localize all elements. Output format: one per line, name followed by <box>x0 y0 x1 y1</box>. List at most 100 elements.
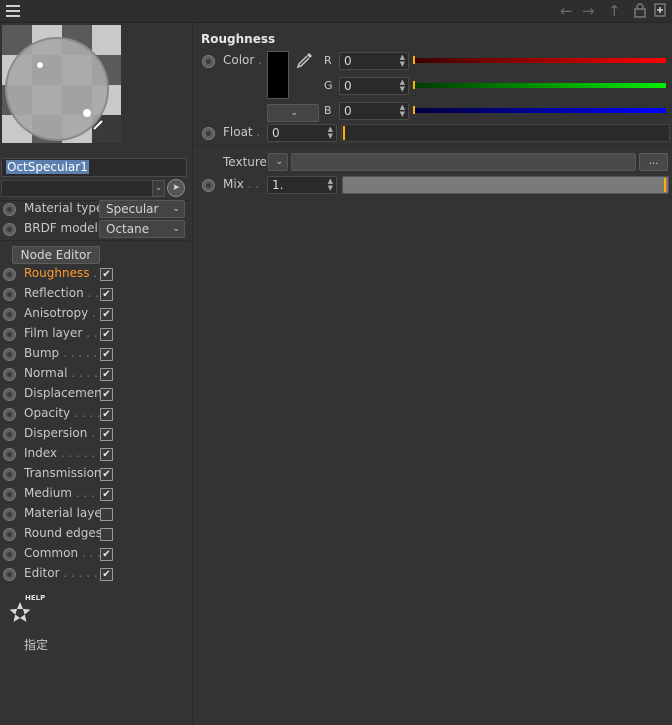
toolbar: ← → ↑ <box>0 0 672 23</box>
channel-keyframe-radio[interactable] <box>3 328 16 341</box>
channel-keyframe-radio[interactable] <box>3 268 16 281</box>
material-name-field[interactable]: OctSpecular1 <box>1 158 187 177</box>
keyframe-radio[interactable] <box>3 203 16 216</box>
channel-checkbox[interactable]: ✔ <box>100 268 113 281</box>
channel-item-film-layer[interactable]: Film layer . . <box>24 326 98 340</box>
channel-item-displacement[interactable]: Displacement <box>24 386 107 400</box>
channel-item-index[interactable]: Index . . . . . . <box>24 446 103 460</box>
mix-keyframe-radio[interactable] <box>202 179 215 192</box>
channel-item-opacity[interactable]: Opacity . . . . <box>24 406 101 420</box>
float-slider-handle[interactable] <box>343 126 345 140</box>
arrow-left-icon[interactable]: ← <box>560 2 573 20</box>
stepper-icon[interactable]: ▲ ▼ <box>400 79 405 93</box>
new-window-icon[interactable] <box>654 3 666 21</box>
channel-checkbox[interactable]: ✔ <box>100 568 113 581</box>
color-label: Color . <box>223 53 262 67</box>
r-value-field[interactable]: 0 ▲ ▼ <box>339 52 409 70</box>
menu-icon[interactable] <box>6 5 20 17</box>
channel-checkbox[interactable]: ✔ <box>100 388 113 401</box>
channel-checkbox[interactable]: ✔ <box>100 468 113 481</box>
channel-keyframe-radio[interactable] <box>3 468 16 481</box>
channel-keyframe-radio[interactable] <box>3 408 16 421</box>
float-value-field[interactable]: 0 ▲ ▼ <box>267 124 337 142</box>
channel-keyframe-radio[interactable] <box>3 428 16 441</box>
material-selector[interactable] <box>1 180 153 197</box>
float-label: Float . <box>223 125 261 139</box>
channel-item-bump[interactable]: Bump . . . . . <box>24 346 97 360</box>
keyframe-radio[interactable] <box>3 223 16 236</box>
stepper-icon[interactable]: ▲ ▼ <box>400 54 405 68</box>
mix-slider[interactable] <box>342 176 669 194</box>
stepper-icon[interactable]: ▲ ▼ <box>328 178 333 192</box>
channel-item-editor[interactable]: Editor . . . . . <box>24 566 98 580</box>
material-preview[interactable] <box>2 25 121 143</box>
channel-checkbox[interactable]: ✔ <box>100 448 113 461</box>
mix-slider-handle[interactable] <box>664 178 666 192</box>
pick-cursor-icon[interactable]: ➤ <box>167 179 185 197</box>
channel-checkbox[interactable]: ✔ <box>100 548 113 561</box>
channel-keyframe-radio[interactable] <box>3 528 16 541</box>
color-swatch[interactable] <box>267 51 289 99</box>
channel-keyframe-radio[interactable] <box>3 568 16 581</box>
brdf-model-dropdown[interactable]: Octane ⌄ <box>99 220 185 238</box>
g-slider[interactable] <box>413 83 666 88</box>
channel-keyframe-radio[interactable] <box>3 508 16 521</box>
b-slider[interactable] <box>413 108 666 113</box>
float-slider[interactable] <box>341 124 670 142</box>
mix-value-field[interactable]: 1. ▲ ▼ <box>267 176 337 194</box>
channel-item-material-layer[interactable]: Material layer <box>24 506 107 520</box>
channel-item-normal[interactable]: Normal . . . . <box>24 366 98 380</box>
channel-item-reflection[interactable]: Reflection . . <box>24 286 99 300</box>
color-mode-dropdown[interactable]: ⌄ <box>267 104 319 122</box>
float-value: 0 <box>272 126 280 140</box>
channel-checkbox[interactable]: ✔ <box>100 408 113 421</box>
stepper-icon[interactable]: ▲ ▼ <box>328 126 333 140</box>
channel-checkbox[interactable]: ✔ <box>100 488 113 501</box>
channel-checkbox[interactable]: ✔ <box>100 368 113 381</box>
chevron-down-icon[interactable]: ⌄ <box>152 180 165 197</box>
node-editor-button[interactable]: Node Editor <box>12 246 100 264</box>
channel-checkbox[interactable]: ✔ <box>100 308 113 321</box>
channel-item-anisotropy[interactable]: Anisotropy . <box>24 306 96 320</box>
color-keyframe-radio[interactable] <box>202 55 215 68</box>
float-keyframe-radio[interactable] <box>202 127 215 140</box>
channel-keyframe-radio[interactable] <box>3 388 16 401</box>
channel-keyframe-radio[interactable] <box>3 368 16 381</box>
g-slider-handle[interactable] <box>413 81 415 89</box>
material-type-label: Material type <box>24 201 104 215</box>
arrow-up-icon[interactable]: ↑ <box>608 2 621 20</box>
b-slider-handle[interactable] <box>413 106 415 114</box>
channel-item-round-edges[interactable]: Round edges <box>24 526 102 540</box>
lock-icon[interactable] <box>634 3 646 21</box>
g-value-field[interactable]: 0 ▲ ▼ <box>339 77 409 95</box>
channel-checkbox[interactable] <box>100 508 113 521</box>
channel-keyframe-radio[interactable] <box>3 288 16 301</box>
channel-item-transmission[interactable]: Transmission <box>24 466 102 480</box>
channel-keyframe-radio[interactable] <box>3 308 16 321</box>
r-slider-handle[interactable] <box>413 56 415 64</box>
channel-item-roughness[interactable]: Roughness . . <box>24 266 105 280</box>
channel-checkbox[interactable] <box>100 528 113 541</box>
channel-keyframe-radio[interactable] <box>3 488 16 501</box>
channel-checkbox[interactable]: ✔ <box>100 288 113 301</box>
channel-item-dispersion[interactable]: Dispersion . . <box>24 426 103 440</box>
channel-item-medium[interactable]: Medium . . . . <box>24 486 103 500</box>
channel-keyframe-radio[interactable] <box>3 548 16 561</box>
channel-checkbox[interactable]: ✔ <box>100 428 113 441</box>
channel-checkbox[interactable]: ✔ <box>100 328 113 341</box>
material-type-dropdown[interactable]: Specular ⌄ <box>99 200 185 218</box>
channel-keyframe-radio[interactable] <box>3 448 16 461</box>
texture-field[interactable] <box>291 153 636 171</box>
channel-label: Bump <box>24 346 60 360</box>
texture-type-dropdown[interactable]: ⌄ <box>268 153 288 171</box>
r-slider[interactable] <box>413 58 666 63</box>
channel-checkbox[interactable]: ✔ <box>100 348 113 361</box>
channel-keyframe-radio[interactable] <box>3 348 16 361</box>
b-value-field[interactable]: 0 ▲ ▼ <box>339 102 409 120</box>
texture-browse-button[interactable]: ... <box>639 153 668 171</box>
eyedropper-icon[interactable] <box>296 51 314 69</box>
arrow-right-icon[interactable]: → <box>582 2 595 20</box>
stepper-icon[interactable]: ▲ ▼ <box>400 104 405 118</box>
channel-item-common[interactable]: Common . . . <box>24 546 101 560</box>
help-icon[interactable]: HELP <box>6 594 48 626</box>
